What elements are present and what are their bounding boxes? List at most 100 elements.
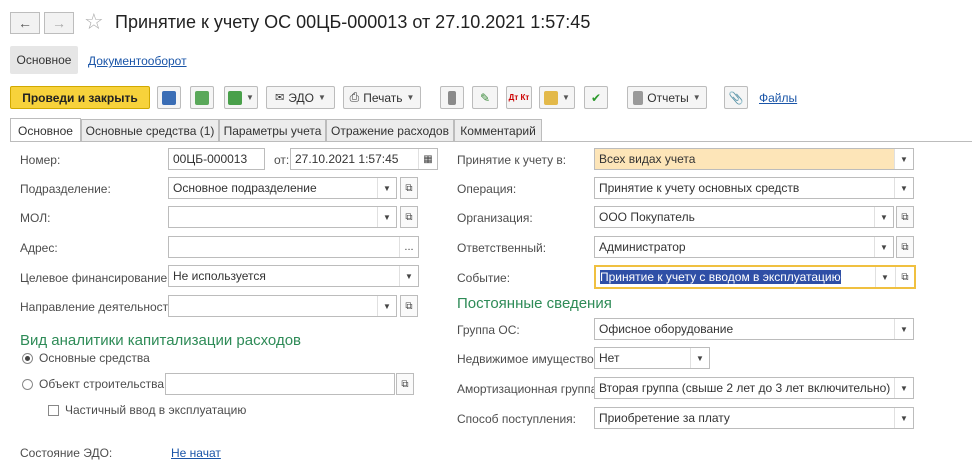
chevron-down-icon[interactable]: ▼ xyxy=(894,178,913,198)
mol-label: МОЛ: xyxy=(20,211,51,225)
star-icon[interactable]: ☆ xyxy=(84,9,104,35)
check-button[interactable]: ✔ xyxy=(584,86,608,109)
chevron-down-icon: ▼ xyxy=(692,93,701,102)
operation-field[interactable]: Принятие к учету основных средств ▼ xyxy=(594,177,914,199)
operation-label: Операция: xyxy=(457,182,517,196)
paperclip-icon: 📎 xyxy=(728,90,744,105)
chevron-down-icon[interactable]: ▼ xyxy=(377,207,396,227)
date-field[interactable]: 27.10.2021 1:57:45 ▦ xyxy=(290,148,438,170)
responsible-open-button[interactable]: ⧉ xyxy=(896,236,914,258)
create-based-on-button[interactable]: ▼ xyxy=(224,86,258,109)
reports-icon xyxy=(633,90,644,105)
financing-field[interactable]: Не используется ▼ xyxy=(168,265,419,287)
post-button[interactable] xyxy=(190,86,214,109)
arrow-right-icon: → xyxy=(52,15,66,31)
address-label: Адрес: xyxy=(20,241,58,255)
address-select-button[interactable]: ... xyxy=(399,237,418,257)
activity-field[interactable]: ▼ xyxy=(168,295,397,317)
realestate-field[interactable]: Нет ▼ xyxy=(594,347,710,369)
radio-fixed-assets-label[interactable]: Основные средства xyxy=(39,351,150,365)
chevron-down-icon[interactable]: ▼ xyxy=(690,348,709,368)
tab-accounting-params[interactable]: Параметры учета xyxy=(219,119,326,141)
arrow-left-icon: ← xyxy=(18,15,32,31)
radio-fixed-assets[interactable] xyxy=(22,353,33,364)
chevron-down-icon[interactable]: ▼ xyxy=(874,237,893,257)
chevron-down-icon[interactable]: ▼ xyxy=(874,207,893,227)
print-button[interactable]: ⎙ Печать ▼ xyxy=(343,86,421,109)
number-field[interactable]: 00ЦБ-000013 xyxy=(168,148,265,170)
event-field[interactable]: Принятие к учету с вводом в эксплуатацию… xyxy=(594,265,916,289)
organization-open-button[interactable]: ⧉ xyxy=(896,206,914,228)
chevron-down-icon[interactable]: ▼ xyxy=(894,408,913,428)
tab-comment[interactable]: Комментарий xyxy=(454,119,542,141)
event-open-button[interactable]: ⧉ xyxy=(895,267,914,287)
organization-field[interactable]: ООО Покупатель ▼ xyxy=(594,206,894,228)
page-title: Принятие к учету ОС 00ЦБ-000013 от 27.10… xyxy=(115,12,591,32)
reports-button[interactable]: Отчеты ▼ xyxy=(627,86,707,109)
edo-state-link[interactable]: Не начат xyxy=(171,446,221,460)
document-list-icon xyxy=(448,90,456,105)
chevron-down-icon[interactable]: ▼ xyxy=(894,149,913,169)
mol-field[interactable]: ▼ xyxy=(168,206,397,228)
edo-button[interactable]: ✉ ЭДО ▼ xyxy=(266,86,335,109)
responsible-field[interactable]: Администратор ▼ xyxy=(594,236,894,258)
operation-value: Принятие к учету основных средств xyxy=(599,181,800,195)
tab-main[interactable]: Основное xyxy=(10,118,81,142)
tab-fixed-assets[interactable]: Основные средства (1) xyxy=(81,119,219,141)
checkmark-icon: ✔ xyxy=(590,90,602,105)
realestate-value: Нет xyxy=(599,351,620,365)
chevron-down-icon[interactable]: ▼ xyxy=(377,296,396,316)
group-label: Группа ОС: xyxy=(457,323,520,337)
tab-expense-reflection[interactable]: Отражение расходов xyxy=(326,119,454,141)
permanent-section-title: Постоянные сведения xyxy=(457,295,612,312)
activity-open-button[interactable]: ⧉ xyxy=(400,295,418,317)
post-and-close-button[interactable]: Проведи и закрыть xyxy=(10,86,150,109)
chevron-down-icon[interactable]: ▼ xyxy=(377,178,396,198)
construction-field[interactable] xyxy=(165,373,395,395)
amort-field[interactable]: Вторая группа (свыше 2 лет до 3 лет вклю… xyxy=(594,377,914,399)
attach-button[interactable]: 📎 xyxy=(724,86,748,109)
receipt-value: Приобретение за плату xyxy=(599,411,730,425)
partial-commissioning-label[interactable]: Частичный ввод в эксплуатацию xyxy=(65,403,246,417)
print-label: Печать xyxy=(363,90,403,105)
division-field[interactable]: Основное подразделение ▼ xyxy=(168,177,397,199)
calendar-icon[interactable]: ▦ xyxy=(418,149,437,169)
related-docs-icon xyxy=(544,90,559,105)
division-open-button[interactable]: ⧉ xyxy=(400,177,418,199)
back-button[interactable]: ← xyxy=(10,12,40,34)
chevron-down-icon: ▼ xyxy=(317,93,326,102)
construction-open-button[interactable]: ⧉ xyxy=(396,373,414,395)
nav-docflow-link[interactable]: Документооборот xyxy=(88,54,187,68)
dtkt-button[interactable]: Дт Кт xyxy=(506,86,532,109)
forward-button[interactable]: → xyxy=(44,12,74,34)
radio-construction[interactable] xyxy=(22,379,33,390)
mol-open-button[interactable]: ⧉ xyxy=(400,206,418,228)
group-value: Офисное оборудование xyxy=(599,322,734,336)
realestate-label: Недвижимое имущество: xyxy=(457,352,598,366)
chevron-down-icon: ▼ xyxy=(406,93,415,102)
edo-state-label: Состояние ЭДО: xyxy=(20,446,113,460)
chevron-down-icon[interactable]: ▼ xyxy=(894,378,913,398)
acceptance-field[interactable]: Всех видах учета ▼ xyxy=(594,148,914,170)
responsible-value: Администратор xyxy=(599,240,686,254)
chevron-down-icon[interactable]: ▼ xyxy=(875,267,894,287)
partial-commissioning-checkbox[interactable] xyxy=(48,405,59,416)
number-label: Номер: xyxy=(20,153,61,167)
radio-construction-label[interactable]: Объект строительства: xyxy=(39,377,167,391)
chevron-down-icon: ▼ xyxy=(246,93,254,102)
edit-button[interactable]: ✎ xyxy=(472,86,498,109)
chevron-down-icon[interactable]: ▼ xyxy=(894,319,913,339)
address-field[interactable]: ... xyxy=(168,236,419,258)
structure-button[interactable] xyxy=(440,86,464,109)
chevron-down-icon[interactable]: ▼ xyxy=(399,266,418,286)
activity-label: Направление деятельности: xyxy=(20,300,179,314)
division-value: Основное подразделение xyxy=(173,181,317,195)
save-icon xyxy=(162,90,176,105)
nav-main[interactable]: Основное xyxy=(10,46,78,74)
group-field[interactable]: Офисное оборудование ▼ xyxy=(594,318,914,340)
acceptance-label: Принятие к учету в: xyxy=(457,153,567,167)
files-link[interactable]: Файлы xyxy=(759,91,797,105)
related-docs-button[interactable]: ▼ xyxy=(539,86,575,109)
receipt-field[interactable]: Приобретение за плату ▼ xyxy=(594,407,914,429)
save-button[interactable] xyxy=(157,86,181,109)
